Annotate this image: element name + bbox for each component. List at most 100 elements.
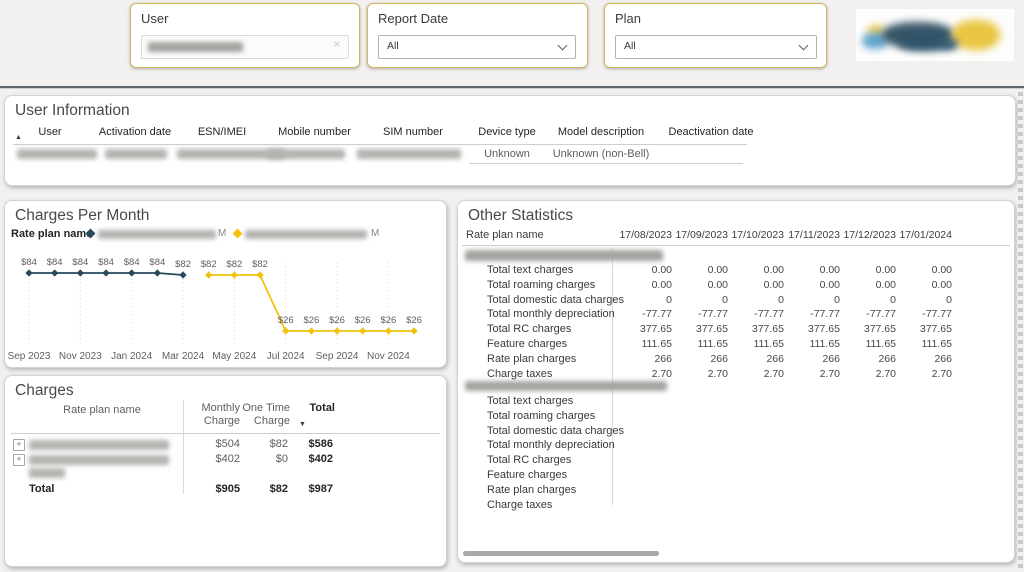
statistic-label: Total monthly depreciation — [487, 439, 615, 452]
statistic-label: Feature charges — [487, 338, 568, 350]
data-label: $84 — [124, 257, 140, 268]
column-header-date[interactable]: 17/08/2023 — [615, 229, 672, 241]
statistic-value: 0.00 — [651, 278, 672, 291]
report-date-filter-label: Report Date — [378, 11, 449, 26]
statistic-value: 0.00 — [819, 278, 840, 291]
statistic-label: Total domestic data charges — [487, 293, 624, 306]
statistic-label: Charge taxes — [487, 498, 553, 511]
data-point-marker — [359, 327, 367, 335]
statistic-value: 0.00 — [875, 264, 896, 276]
rate-plan-name-redacted — [29, 440, 169, 450]
statistic-value: 0.00 — [707, 278, 728, 291]
sort-descending-icon[interactable]: ▼ — [299, 421, 306, 428]
data-label: $26 — [329, 315, 345, 326]
statistic-value: 2.70 — [931, 367, 952, 380]
charges-per-month-title: Charges Per Month — [15, 207, 150, 224]
clear-icon[interactable]: ✕ — [333, 40, 341, 51]
data-label: $26 — [406, 315, 422, 326]
data-label: $26 — [380, 315, 396, 326]
user-information-title: User Information — [15, 102, 130, 119]
expand-row-button[interactable]: + — [13, 439, 25, 451]
user-filter-input[interactable]: ✕ — [141, 35, 349, 59]
statistic-value: 266 — [766, 352, 784, 365]
x-axis-tick-label: Nov 2023 — [59, 351, 102, 362]
statistic-value: -77.77 — [866, 308, 896, 321]
statistic-value: 377.65 — [639, 323, 672, 336]
monthly-charge-value: $402 — [215, 453, 240, 465]
statistic-value: 2.70 — [875, 367, 896, 380]
column-header-date[interactable]: 17/01/2024 — [895, 229, 952, 241]
statistic-label: Rate plan charges — [487, 483, 577, 496]
column-header-date[interactable]: 17/10/2023 — [727, 229, 784, 241]
statistic-value: 266 — [822, 352, 840, 365]
sim-number-cell-redacted — [357, 149, 461, 159]
filter-card-plan: Plan All — [604, 3, 827, 68]
data-label: $82 — [252, 259, 268, 270]
x-axis-tick-label: Jul 2024 — [267, 351, 305, 362]
data-point-marker — [333, 327, 341, 335]
column-header-device-type[interactable]: Device type — [467, 126, 547, 139]
data-point-marker — [153, 269, 161, 277]
data-label: $84 — [149, 257, 165, 268]
statistic-value: 0 — [722, 293, 728, 306]
column-header-deactivation-date[interactable]: Deactivation date — [653, 126, 769, 139]
data-label: $82 — [201, 259, 217, 270]
column-header-date[interactable]: 17/09/2023 — [671, 229, 728, 241]
statistic-value: -77.77 — [922, 308, 952, 321]
data-point-marker — [256, 271, 264, 279]
x-axis-tick-label: Sep 2024 — [316, 351, 359, 362]
plan-dropdown[interactable]: All — [615, 35, 817, 59]
statistic-value: 0 — [778, 293, 784, 306]
statistic-value: -77.77 — [698, 308, 728, 321]
statistic-label: Charge taxes — [487, 367, 553, 380]
column-header-esn-imei[interactable]: ESN/IMEI — [178, 126, 266, 139]
data-point-marker — [410, 327, 418, 335]
column-header-model-description[interactable]: Model description — [543, 126, 659, 139]
statistic-value: 111.65 — [809, 338, 840, 350]
column-header-date[interactable]: 17/12/2023 — [839, 229, 896, 241]
statistic-label: Total RC charges — [487, 323, 572, 336]
report-date-dropdown[interactable]: All — [378, 35, 576, 59]
statistic-label: Total domestic data charges — [487, 424, 624, 437]
column-header-one-time-charge[interactable]: One Time Charge — [241, 402, 290, 427]
vertical-scrollbar[interactable] — [1018, 92, 1023, 568]
grand-total-value: $987 — [308, 483, 333, 495]
column-header-sim-number[interactable]: SIM number — [358, 126, 468, 139]
data-point-marker — [384, 327, 392, 335]
one-time-charge-value: $0 — [275, 453, 288, 465]
column-header-total[interactable]: Total — [291, 402, 335, 415]
x-axis-tick-label: Sep 2023 — [8, 351, 51, 362]
data-label: $82 — [175, 259, 191, 270]
charges-title: Charges — [15, 382, 74, 399]
charges-per-month-line-chart: Sep 2023 Nov 2023 Jan 2024 Mar 2024 May 2024… — [8, 257, 422, 362]
column-header-date[interactable]: 17/11/2023 — [783, 229, 840, 241]
statistic-value: 111.65 — [865, 338, 896, 350]
column-header-rate-plan-name[interactable]: Rate plan name — [29, 404, 175, 417]
expand-row-button[interactable]: + — [13, 454, 25, 466]
horizontal-scrollbar[interactable] — [463, 551, 659, 556]
data-point-marker — [102, 269, 110, 277]
column-header-activation-date[interactable]: Activation date — [88, 126, 182, 139]
user-cell-redacted — [17, 149, 97, 159]
group2-rate-plan-redacted — [465, 381, 667, 391]
data-label: $84 — [72, 257, 88, 268]
statistic-value: -77.77 — [810, 308, 840, 321]
statistic-label: Total roaming charges — [487, 409, 596, 422]
statistic-label: Total monthly depreciation — [487, 308, 615, 321]
data-label: $84 — [21, 257, 37, 268]
statistic-value: 0.00 — [763, 278, 784, 291]
statistic-label: Total text charges — [487, 395, 574, 407]
series2-label-suffix: M — [371, 228, 380, 239]
total-monthly-value: $905 — [215, 483, 240, 495]
rate-plan-name-redacted — [29, 455, 169, 465]
statistic-label: Total text charges — [487, 264, 574, 276]
column-header-monthly-charge[interactable]: Monthly Charge — [183, 402, 240, 427]
group1-rate-plan-redacted — [465, 250, 663, 261]
statistic-value: 0.00 — [707, 264, 728, 276]
mobile-number-cell-redacted — [267, 149, 345, 159]
column-header-user[interactable]: User — [20, 126, 80, 139]
statistic-value: 0 — [946, 293, 952, 306]
data-label: $84 — [98, 257, 114, 268]
column-header-mobile-number[interactable]: Mobile number — [265, 126, 364, 139]
data-point-marker — [128, 269, 136, 277]
